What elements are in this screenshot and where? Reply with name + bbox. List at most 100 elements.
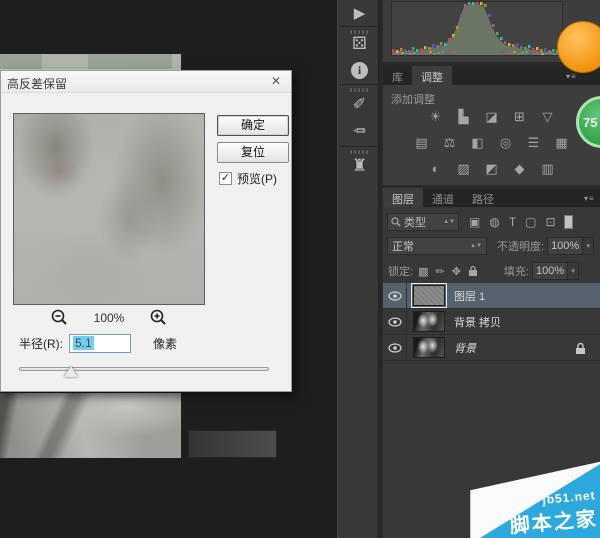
- watermark: jb51.net 脚本之家: [462, 461, 600, 538]
- gradient-map-icon[interactable]: ◆: [511, 161, 528, 177]
- layer-row-background-copy[interactable]: 背景 拷贝: [383, 308, 600, 335]
- layer-name[interactable]: 图层 1: [454, 288, 485, 304]
- fill-dropdown-arrow[interactable]: ▾: [568, 262, 580, 280]
- actions-play-icon[interactable]: ▶: [338, 4, 381, 22]
- filter-shape-layers-icon[interactable]: ▢: [525, 215, 536, 229]
- search-icon: [391, 217, 401, 227]
- layer-row-layer1[interactable]: 图层 1: [383, 282, 600, 309]
- eye-icon: [387, 290, 402, 301]
- ok-button[interactable]: 确定: [217, 115, 289, 136]
- tab-paths[interactable]: 路径: [463, 188, 503, 207]
- vibrance-icon[interactable]: ▽: [539, 109, 556, 125]
- lock-image-icon[interactable]: ✏: [435, 265, 444, 278]
- panel-menu-icon[interactable]: ▾≡: [566, 72, 577, 81]
- panel-dock: ▶ ⚄ i ✐ ✏ ♜: [337, 0, 380, 538]
- layer-thumbnail[interactable]: [411, 283, 447, 308]
- filter-adjustment-layers-icon[interactable]: ◍: [489, 215, 499, 229]
- eye-icon: [387, 342, 402, 353]
- posterize-icon[interactable]: ▨: [455, 161, 472, 177]
- reset-button[interactable]: 复位: [217, 142, 289, 163]
- kind-label: 类型: [404, 217, 426, 229]
- opacity-value[interactable]: 100%: [547, 237, 584, 255]
- visibility-toggle[interactable]: [383, 282, 407, 309]
- fill-value[interactable]: 100%: [531, 262, 569, 280]
- dock-grip[interactable]: [350, 88, 369, 92]
- green-badge-value: 75: [583, 114, 598, 130]
- zoom-out-icon[interactable]: [51, 309, 68, 326]
- filter-pixel-layers-icon[interactable]: ▣: [469, 215, 480, 229]
- filter-preview[interactable]: [13, 113, 205, 305]
- levels-icon[interactable]: ▙: [455, 109, 472, 125]
- canvas-image-top-strip: [0, 54, 181, 70]
- styles-icon[interactable]: ⚄: [338, 34, 381, 54]
- zoom-level: 100%: [93, 310, 125, 325]
- layer-name[interactable]: 背景 拷贝: [454, 314, 501, 330]
- lock-position-icon[interactable]: ✥: [452, 265, 461, 278]
- blend-mode-value: 正常: [392, 241, 414, 253]
- panel-region: 库 调整 ▾≡ 添加调整 ☀ ▙ ◪ ⊞ ▽ ▤ ⚖ ◧ ◎ ☰ ▦ ◐ ▨ ◩…: [380, 0, 600, 538]
- histogram-plot: [391, 1, 564, 56]
- color-balance-icon[interactable]: ⚖: [441, 135, 458, 151]
- invert-icon[interactable]: ◐: [427, 161, 444, 177]
- close-icon[interactable]: ✕: [271, 74, 281, 88]
- info-icon[interactable]: i: [338, 61, 381, 79]
- tab-layers[interactable]: 图层: [383, 188, 423, 207]
- dropdown-arrows-icon: ▲▼: [470, 243, 482, 249]
- layer-name[interactable]: 背景: [454, 340, 476, 356]
- layer-filter-toggle[interactable]: [563, 215, 573, 229]
- dock-grip[interactable]: [350, 150, 369, 154]
- brush-settings-icon[interactable]: ✏: [338, 122, 381, 140]
- photo-filter-icon[interactable]: ◎: [497, 135, 514, 151]
- layer-thumbnail[interactable]: [413, 311, 445, 332]
- dialog-title: 高反差保留: [7, 77, 68, 91]
- zoom-in-icon[interactable]: [150, 309, 167, 326]
- color-lookup-icon[interactable]: ▦: [553, 135, 570, 151]
- orange-badge[interactable]: [557, 21, 600, 73]
- clone-source-icon[interactable]: ♜: [338, 156, 381, 176]
- opacity-dropdown-arrow[interactable]: ▾: [583, 237, 595, 255]
- brush-presets-icon[interactable]: ✐: [338, 94, 381, 114]
- tab-channels[interactable]: 通道: [423, 188, 463, 207]
- preview-checkbox[interactable]: ✓: [219, 172, 232, 185]
- add-adjustment-label: 添加调整: [391, 94, 435, 106]
- blend-mode-dropdown[interactable]: 正常 ▲▼: [387, 237, 487, 255]
- high-pass-preview-image: [14, 114, 204, 304]
- exposure-icon[interactable]: ⊞: [511, 109, 528, 125]
- lock-all-icon[interactable]: [468, 265, 478, 277]
- filter-type-layers-icon[interactable]: T: [509, 215, 516, 229]
- selective-color-icon[interactable]: ▥: [539, 161, 556, 177]
- opacity-label: 不透明度:: [497, 241, 545, 253]
- visibility-toggle[interactable]: [383, 334, 407, 361]
- background-lock-icon: [575, 342, 586, 360]
- tab-adjustments[interactable]: 调整: [412, 66, 452, 85]
- visibility-toggle[interactable]: [383, 308, 407, 335]
- radius-label: 半径(R):: [19, 337, 63, 351]
- dialog-titlebar[interactable]: 高反差保留 ✕: [1, 71, 291, 93]
- threshold-icon[interactable]: ◩: [483, 161, 500, 177]
- layers-tabbar: 图层 通道 路径: [383, 188, 600, 207]
- black-white-icon[interactable]: ◧: [469, 135, 486, 151]
- tab-libraries[interactable]: 库: [383, 66, 412, 85]
- radius-unit-label: 像素: [153, 337, 178, 351]
- layer-thumbnail[interactable]: [413, 337, 445, 358]
- canvas-image-bottom: [0, 393, 181, 458]
- radius-value: 5.1: [73, 336, 94, 350]
- channel-mixer-icon[interactable]: ☰: [525, 135, 542, 151]
- preview-checkbox-label: 预览(P): [237, 172, 277, 186]
- radius-input[interactable]: 5.1: [69, 334, 131, 353]
- high-pass-dialog: 高反差保留 ✕ 确定 复位 ✓ 预览(P) 100% 半径(R): 5.1 像素: [0, 70, 292, 392]
- eye-icon: [387, 316, 402, 327]
- brightness-contrast-icon[interactable]: ☀: [427, 109, 444, 125]
- lock-label: 锁定:: [388, 266, 414, 278]
- layer-filter-kind-dropdown[interactable]: 类型 ▲▼: [387, 213, 459, 231]
- adjustments-panel: 添加调整 ☀ ▙ ◪ ⊞ ▽ ▤ ⚖ ◧ ◎ ☰ ▦ ◐ ▨ ◩ ◆ ▥: [383, 85, 600, 185]
- dropdown-arrows-icon: ▲▼: [443, 219, 455, 225]
- radius-slider[interactable]: [19, 366, 269, 377]
- curves-icon[interactable]: ◪: [483, 109, 500, 125]
- filter-smart-objects-icon[interactable]: ⊡: [546, 215, 556, 229]
- hue-saturation-icon[interactable]: ▤: [413, 135, 430, 151]
- layer-row-background[interactable]: 背景: [383, 334, 600, 361]
- radius-slider-thumb[interactable]: [64, 366, 78, 377]
- layers-panel-menu-icon[interactable]: ▾≡: [584, 194, 595, 203]
- lock-transparency-icon[interactable]: ▩: [418, 265, 428, 278]
